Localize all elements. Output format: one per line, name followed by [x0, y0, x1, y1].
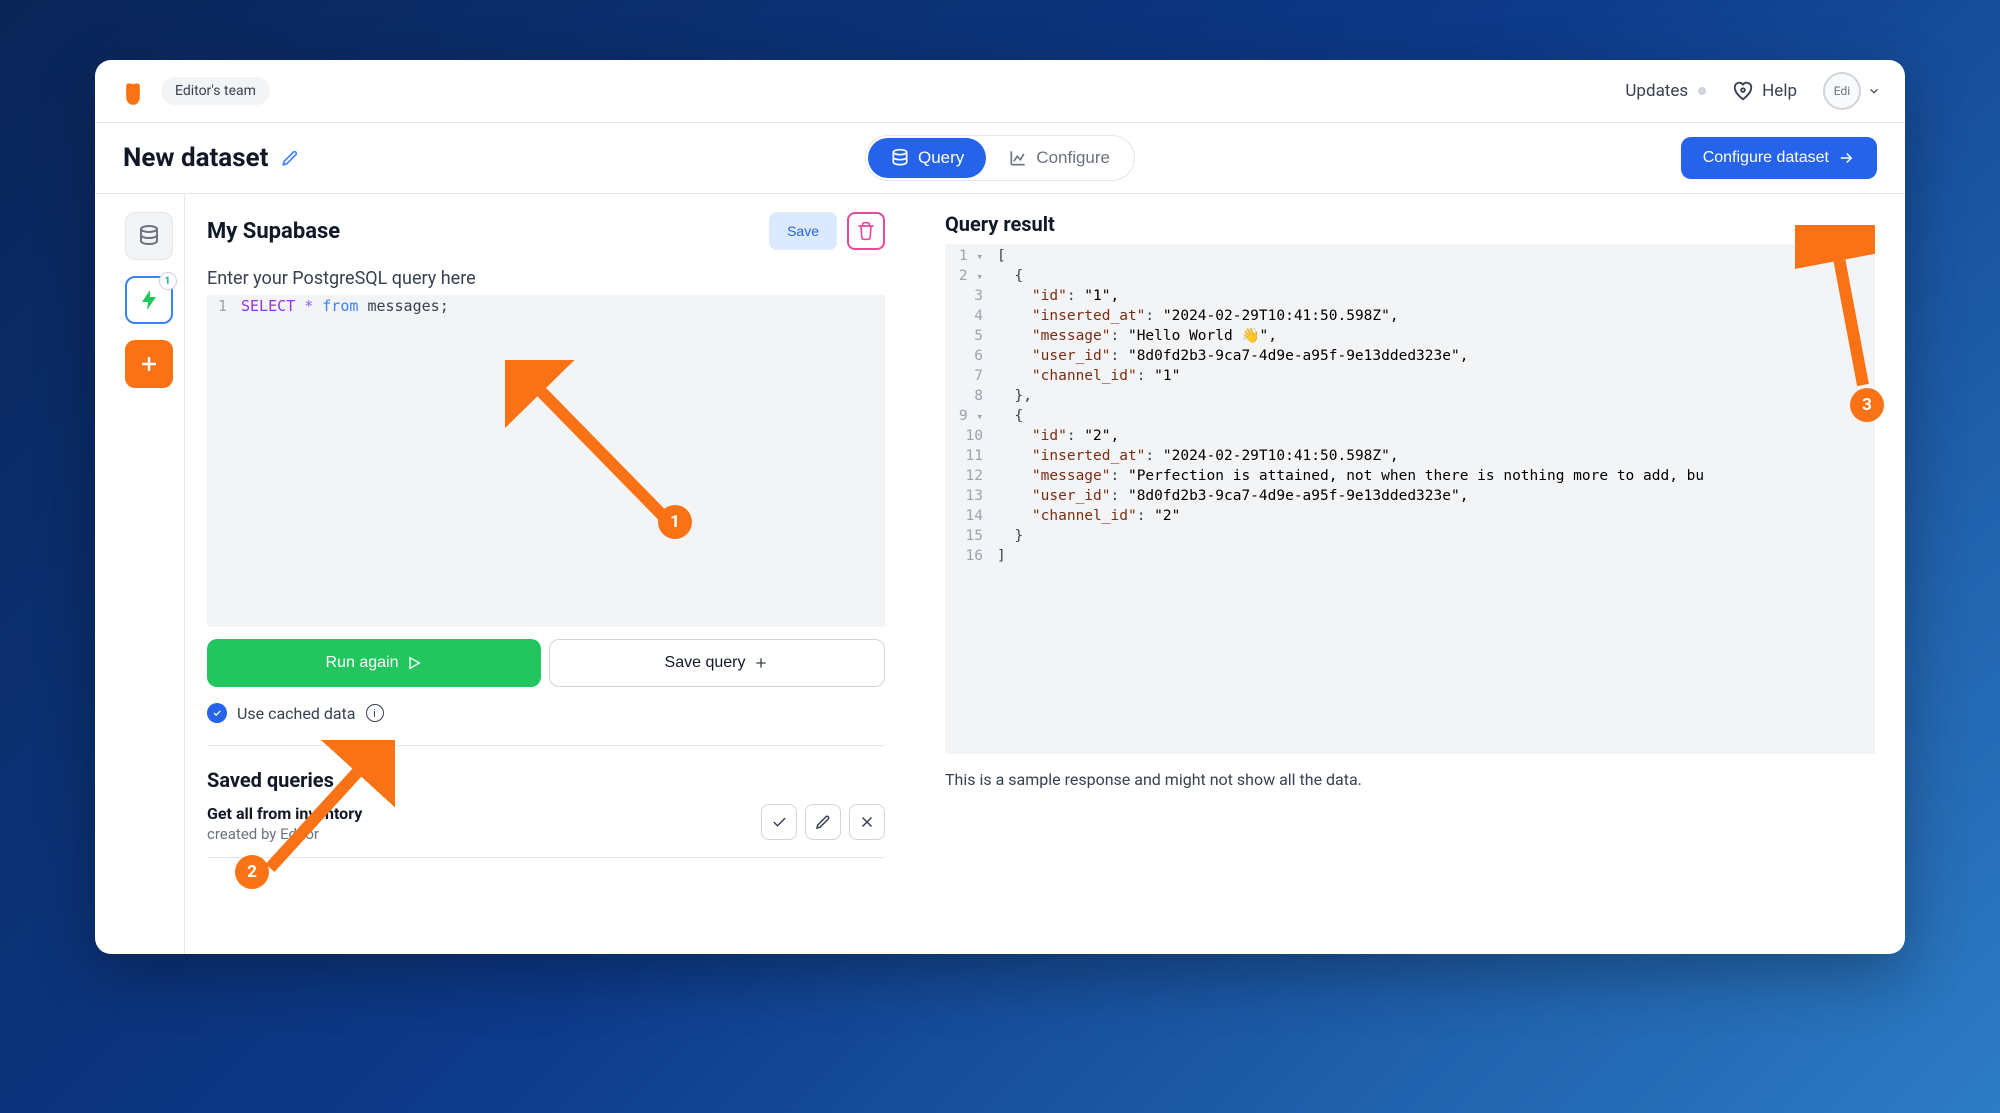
configure-dataset-button[interactable]: Configure dataset — [1681, 137, 1877, 179]
left-rail: 1 — [113, 194, 185, 954]
chart-icon — [1008, 148, 1028, 168]
tab-configure[interactable]: Configure — [986, 138, 1132, 178]
close-icon — [858, 813, 876, 831]
query-panel: My Supabase Save Enter your PostgreSQL q… — [185, 194, 915, 954]
top-bar-right: Updates Help Edi — [1625, 72, 1881, 110]
help-label: Help — [1762, 81, 1797, 101]
saved-queries-section: Saved queries Get all from inventory cre… — [207, 768, 885, 858]
saved-query-name: Get all from inventory — [207, 804, 362, 823]
pencil-icon — [814, 813, 832, 831]
cache-label: Use cached data — [237, 704, 356, 723]
bolt-icon — [137, 288, 161, 312]
database-icon — [137, 224, 161, 248]
saved-query-apply-button[interactable] — [761, 804, 797, 840]
plus-icon — [137, 352, 161, 376]
toolbar-left: New dataset — [123, 143, 300, 173]
page-title: New dataset — [123, 143, 268, 173]
cache-row: Use cached data i — [207, 703, 885, 746]
configure-dataset-label: Configure dataset — [1703, 149, 1829, 167]
check-icon — [770, 813, 788, 831]
saved-query-item: Get all from inventory created by Editor — [207, 804, 885, 858]
edit-title-icon[interactable] — [280, 148, 300, 168]
query-hint: Enter your PostgreSQL query here — [207, 268, 885, 289]
query-header-actions: Save — [769, 212, 885, 250]
query-title: My Supabase — [207, 219, 340, 244]
user-menu[interactable]: Edi — [1823, 72, 1881, 110]
main-content: 1 My Supabase Save E — [95, 194, 1905, 954]
updates-link[interactable]: Updates — [1625, 81, 1706, 101]
saved-query-delete-button[interactable] — [849, 804, 885, 840]
toolbar-right: Configure dataset — [1681, 137, 1877, 179]
result-title: Query result — [945, 212, 1875, 236]
saved-queries-title: Saved queries — [207, 768, 885, 792]
save-query-button[interactable]: Save query — [549, 639, 885, 687]
chevron-down-icon — [1867, 84, 1881, 98]
sql-content: SELECT * from messages; — [233, 295, 885, 627]
tab-query[interactable]: Query — [868, 138, 986, 178]
top-bar-left: Editor's team — [119, 75, 270, 107]
saved-query-edit-button[interactable] — [805, 804, 841, 840]
toolbar: New dataset Query Configure Configure da — [95, 123, 1905, 194]
run-again-button[interactable]: Run again — [207, 639, 541, 687]
updates-indicator-dot — [1698, 87, 1706, 95]
tab-query-label: Query — [918, 148, 964, 168]
top-bar: Editor's team Updates Help Edi — [95, 60, 1905, 123]
query-action-row: Run again Save query — [207, 639, 885, 687]
result-gutter: 1 ▾2 ▾3456789 ▾10111213141516 — [945, 244, 989, 754]
saved-query-creator: created by Editor — [207, 825, 362, 843]
result-panel: Query result 1 ▾2 ▾3456789 ▾101112131415… — [915, 194, 1905, 954]
help-icon — [1732, 80, 1754, 102]
updates-label: Updates — [1625, 81, 1688, 101]
rail-add-button[interactable] — [125, 340, 173, 388]
check-icon — [212, 708, 222, 718]
saved-query-actions — [761, 804, 885, 840]
rail-bolt-button[interactable]: 1 — [125, 276, 173, 324]
brand-logo-icon — [119, 75, 147, 107]
plus-icon — [753, 655, 769, 671]
play-icon — [406, 655, 422, 671]
sql-editor[interactable]: 1 SELECT * from messages; — [207, 295, 885, 627]
result-json: [ { "id": "1", "inserted_at": "2024-02-2… — [989, 244, 1875, 754]
query-header: My Supabase Save — [207, 212, 885, 250]
cache-checkbox[interactable] — [207, 703, 227, 723]
save-button[interactable]: Save — [769, 212, 837, 250]
delete-button[interactable] — [847, 212, 885, 250]
info-icon[interactable]: i — [366, 704, 384, 722]
app-window: Editor's team Updates Help Edi New datas — [95, 60, 1905, 954]
line-gutter: 1 — [207, 295, 233, 627]
user-avatar: Edi — [1823, 72, 1861, 110]
database-icon — [890, 148, 910, 168]
result-note: This is a sample response and might not … — [945, 770, 1875, 789]
team-selector[interactable]: Editor's team — [161, 77, 270, 105]
arrow-right-icon — [1837, 149, 1855, 167]
run-again-label: Run again — [326, 654, 399, 672]
help-link[interactable]: Help — [1732, 80, 1797, 102]
rail-bolt-badge: 1 — [159, 272, 177, 290]
tab-switcher: Query Configure — [865, 135, 1135, 181]
trash-icon — [856, 221, 876, 241]
rail-database-button[interactable] — [125, 212, 173, 260]
result-viewer[interactable]: 1 ▾2 ▾3456789 ▾10111213141516 [ { "id": … — [945, 244, 1875, 754]
save-query-label: Save query — [665, 654, 746, 672]
tab-configure-label: Configure — [1036, 148, 1110, 168]
